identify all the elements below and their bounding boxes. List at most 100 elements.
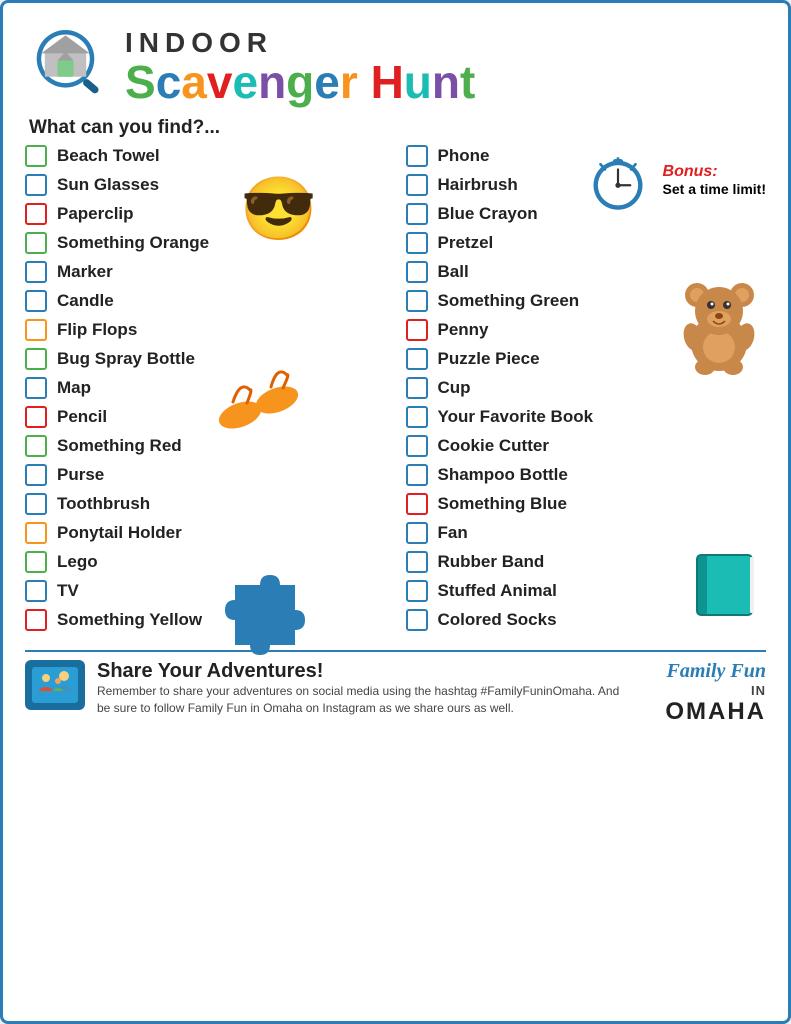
item-label: Pencil — [57, 407, 107, 427]
checkbox[interactable] — [406, 609, 428, 631]
list-item[interactable]: Pretzel — [406, 232, 767, 254]
item-label: Candle — [57, 291, 114, 311]
list-item[interactable]: Fan — [406, 522, 767, 544]
indoor-label: INDOOR — [125, 27, 475, 59]
brand-in: IN — [646, 683, 766, 698]
checkbox[interactable] — [25, 406, 47, 428]
list-item[interactable]: Lego — [25, 551, 386, 573]
sunglasses-emoji: 😎 — [240, 173, 317, 246]
list-item[interactable]: Flip Flops — [25, 319, 386, 341]
checkbox[interactable] — [25, 522, 47, 544]
checkbox[interactable] — [406, 319, 428, 341]
checkbox[interactable] — [406, 377, 428, 399]
item-label: Shampoo Bottle — [438, 465, 568, 485]
checkbox[interactable] — [406, 203, 428, 225]
checkbox[interactable] — [406, 435, 428, 457]
list-item[interactable]: Beach Towel — [25, 145, 386, 167]
list-item[interactable]: Toothbrush — [25, 493, 386, 515]
list-item[interactable]: Map — [25, 377, 386, 399]
brand-family-fun: Family Fun — [646, 660, 766, 683]
left-column: Beach Towel Sun Glasses Paperclip Something… — [25, 145, 396, 638]
checkbox[interactable] — [25, 435, 47, 457]
footer-icon — [25, 660, 85, 710]
checkbox[interactable] — [25, 203, 47, 225]
item-label: Penny — [438, 320, 489, 340]
item-label: Purse — [57, 465, 104, 485]
item-label: Flip Flops — [57, 320, 137, 340]
checkbox[interactable] — [25, 609, 47, 631]
h-letter: H — [371, 59, 404, 105]
flipflops-deco — [215, 360, 305, 445]
list-item[interactable]: Paperclip — [25, 203, 386, 225]
item-label: Cookie Cutter — [438, 436, 549, 456]
list-item[interactable]: Something Red — [25, 435, 386, 457]
checkbox[interactable] — [406, 493, 428, 515]
list-item[interactable]: Cookie Cutter — [406, 435, 767, 457]
checkbox[interactable] — [25, 174, 47, 196]
checkbox[interactable] — [406, 290, 428, 312]
checkbox[interactable] — [25, 232, 47, 254]
checkbox[interactable] — [406, 551, 428, 573]
bonus-detail: Set a time limit! — [663, 181, 766, 197]
u-letter: u — [404, 59, 432, 105]
item-label: Pretzel — [438, 233, 494, 253]
list-item[interactable]: Bug Spray Bottle — [25, 348, 386, 370]
list-item[interactable]: Something Blue — [406, 493, 767, 515]
n2-letter: n — [432, 59, 460, 105]
title-block: INDOOR Scavenger Hunt — [125, 27, 475, 105]
list-item[interactable]: Ponytail Holder — [25, 522, 386, 544]
checkbox[interactable] — [406, 174, 428, 196]
item-label: Your Favorite Book — [438, 407, 594, 427]
list-item[interactable]: Something Orange — [25, 232, 386, 254]
checkbox[interactable] — [25, 145, 47, 167]
item-label: Fan — [438, 523, 468, 543]
list-item[interactable]: Cup — [406, 377, 767, 399]
page: INDOOR Scavenger Hunt What can you find?… — [0, 0, 791, 1024]
checkbox[interactable] — [25, 348, 47, 370]
list-item[interactable]: Sun Glasses — [25, 174, 386, 196]
item-label: Paperclip — [57, 204, 134, 224]
checkbox[interactable] — [406, 580, 428, 602]
list-item[interactable]: Candle — [25, 290, 386, 312]
checkbox[interactable] — [25, 580, 47, 602]
list-item[interactable]: Pencil — [25, 406, 386, 428]
checkbox[interactable] — [406, 522, 428, 544]
puzzle-deco — [225, 575, 305, 660]
item-label: Puzzle Piece — [438, 349, 540, 369]
checkbox[interactable] — [406, 232, 428, 254]
list-item[interactable]: Shampoo Bottle — [406, 464, 767, 486]
c-letter: c — [156, 59, 182, 105]
item-label: Something Red — [57, 436, 182, 456]
checkbox[interactable] — [25, 551, 47, 573]
list-item[interactable]: TV — [25, 580, 386, 602]
item-label: Sun Glasses — [57, 175, 159, 195]
list-item[interactable]: Marker — [25, 261, 386, 283]
checkbox[interactable] — [406, 145, 428, 167]
list-item[interactable]: Purse — [25, 464, 386, 486]
item-label: Phone — [438, 146, 490, 166]
list-item[interactable]: Your Favorite Book — [406, 406, 767, 428]
checkbox[interactable] — [406, 348, 428, 370]
checkbox[interactable] — [406, 261, 428, 283]
checkbox[interactable] — [25, 464, 47, 486]
e-letter: e — [232, 59, 258, 105]
item-label: Stuffed Animal — [438, 581, 557, 601]
checkbox[interactable] — [25, 493, 47, 515]
footer-brand: Family Fun IN OMAHA — [646, 660, 766, 726]
checkbox[interactable] — [406, 464, 428, 486]
item-label: Ball — [438, 262, 469, 282]
list-item[interactable]: Something Yellow — [25, 609, 386, 631]
checkbox[interactable] — [406, 406, 428, 428]
checkbox[interactable] — [25, 261, 47, 283]
e2-letter: e — [314, 59, 340, 105]
share-body: Remember to share your adventures on soc… — [97, 683, 634, 717]
checkbox[interactable] — [25, 290, 47, 312]
n-letter: n — [258, 59, 286, 105]
item-label: Rubber Band — [438, 552, 545, 572]
item-label: Beach Towel — [57, 146, 160, 166]
teddy-bear-deco — [677, 275, 762, 380]
item-label: Bug Spray Bottle — [57, 349, 195, 369]
checkbox[interactable] — [25, 377, 47, 399]
checkbox[interactable] — [25, 319, 47, 341]
g-letter: g — [286, 59, 314, 105]
